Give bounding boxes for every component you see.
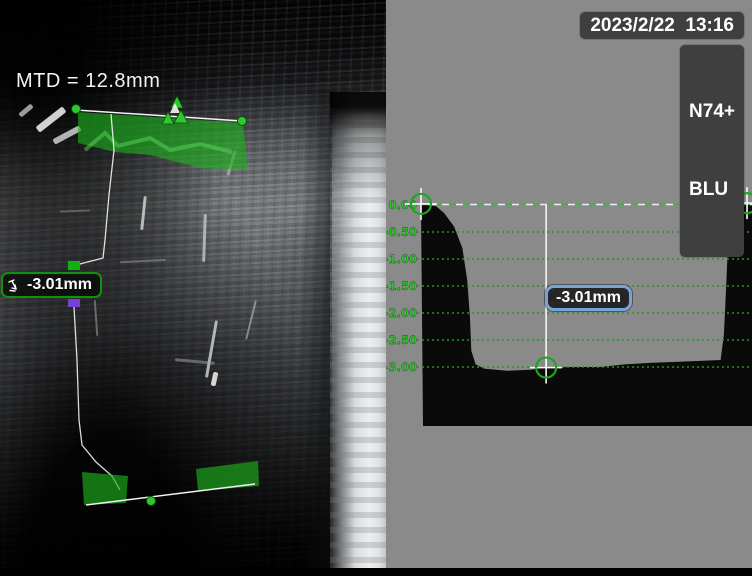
depth-start-marker[interactable] [68, 261, 80, 270]
borescope-image[interactable]: MTD = 12.8mm -3.01mm [0, 0, 386, 576]
probe-badge-line1: N74+ [689, 99, 735, 125]
y-axis-tick: -1.50 [386, 279, 417, 293]
mtd-readout: MTD = 12.8mm [16, 70, 160, 93]
depth-readout-chart: -3.01mm [545, 285, 632, 311]
measure-point-dot-bottom[interactable] [147, 497, 156, 506]
probe-badge-line2: BLU [689, 177, 735, 203]
depth-readout-left-value: -3.01mm [27, 276, 92, 294]
y-axis-tick: -1.00 [386, 252, 417, 266]
defect-highlight-bottom-right [196, 461, 259, 491]
y-axis-tick: -0.50 [386, 225, 417, 239]
measure-point-dot-left[interactable] [72, 105, 81, 114]
profile-panel: 0.00-0.50-1.00-1.50-2.00-2.50-3.00 2023/… [386, 0, 752, 576]
defect-highlight-top [78, 112, 248, 170]
y-axis-tick: -3.00 [386, 360, 417, 374]
profile-cut-line-lower [74, 307, 120, 490]
probe-badge: N74+ BLU [680, 45, 744, 257]
measure-point-dot-right[interactable] [238, 117, 247, 126]
y-axis-tick: -2.50 [386, 333, 417, 347]
datetime-badge: 2023/2/22 13:16 [580, 12, 744, 39]
bottom-black-bar [0, 568, 752, 576]
depth-gauge-icon [8, 278, 23, 293]
measurement-screen: { "header": { "datetime": "2023/2/22 13:… [0, 0, 752, 576]
depth-readout-left: -3.01mm [1, 272, 102, 298]
depth-end-marker[interactable] [68, 299, 80, 307]
y-axis-tick: -2.00 [386, 306, 417, 320]
